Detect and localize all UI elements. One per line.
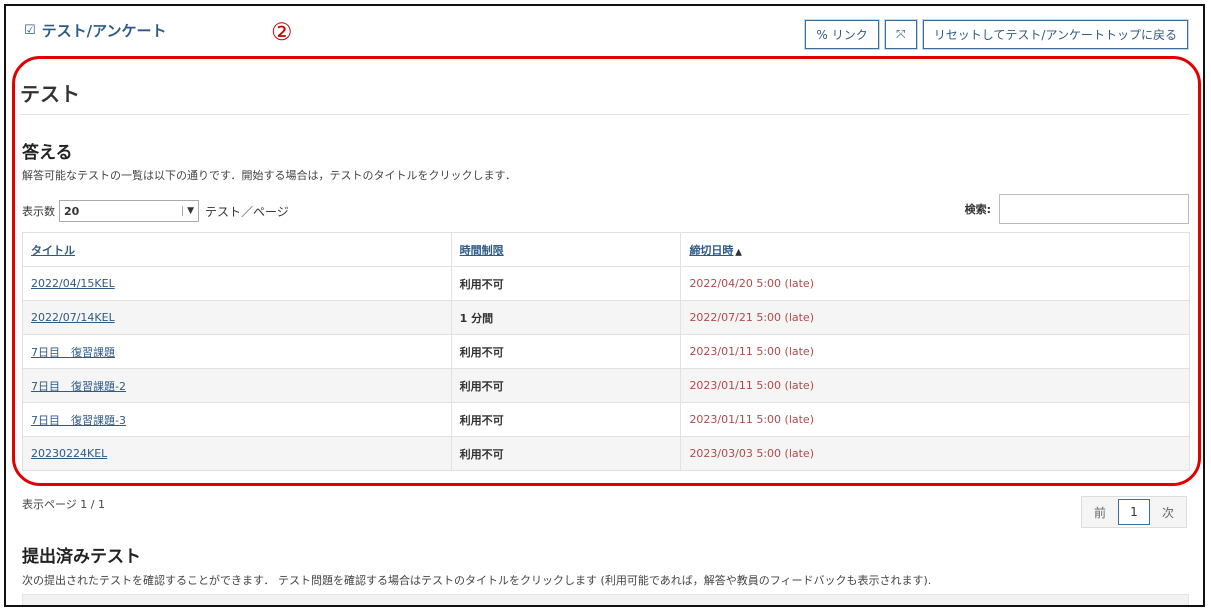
- section-title: テスト: [20, 82, 80, 106]
- sort-asc-icon: ▲: [735, 246, 742, 256]
- time-limit-cell: 利用不可: [450, 334, 682, 369]
- due-date-cell: 2023/03/03 5:00 (late): [680, 436, 1190, 471]
- test-title-link[interactable]: 20230224KEL: [31, 447, 107, 460]
- test-title-link[interactable]: 7日目 復習課題-2: [31, 380, 126, 393]
- due-date-cell: 2023/01/11 5:00 (late): [680, 368, 1190, 403]
- table-row: 7日目 復習課題-2 利用不可 2023/01/11 5:00 (late): [22, 368, 1190, 403]
- reset-button-label: リセットしてテスト/アンケートトップに戻る: [933, 28, 1177, 42]
- time-limit-cell: 利用不可: [450, 436, 682, 471]
- chevron-down-icon: ▼: [182, 206, 194, 216]
- answer-instruction: 解答可能なテストの一覧は以下の通りです．開始する場合は，テストのタイトルをクリッ…: [22, 169, 517, 182]
- test-table: タイトル 時間制限 締切日時 ▲ 2022/04/15KEL 利用不可 2022/…: [22, 232, 1190, 471]
- tool-title-text: テスト/アンケート: [41, 22, 167, 40]
- search-input[interactable]: [999, 194, 1189, 224]
- table-row: 7日目 復習課題-3 利用不可 2023/01/11 5:00 (late): [22, 402, 1190, 437]
- expand-icon: ⤧: [895, 27, 906, 41]
- link-icon: %: [816, 27, 828, 42]
- test-title-link[interactable]: 2022/07/14KEL: [31, 311, 115, 324]
- due-date-cell: 2022/04/20 5:00 (late): [680, 266, 1190, 301]
- page-size-label: 表示数: [22, 205, 55, 218]
- next-page-button[interactable]: 次: [1150, 497, 1186, 527]
- table-row: 20230224KEL 利用不可 2023/03/03 5:00 (late): [22, 436, 1190, 471]
- page-size-value: 20: [64, 204, 80, 218]
- search-area: 検索:: [965, 194, 1189, 224]
- test-title-link[interactable]: 7日目 復習課題-3: [31, 414, 126, 427]
- expand-button[interactable]: ⤧: [884, 20, 917, 49]
- callout-number: ②: [271, 18, 293, 46]
- pagination: 前 1 次: [1081, 496, 1187, 528]
- page-info: 表示ページ 1 / 1: [22, 498, 105, 511]
- time-limit-cell: 利用不可: [450, 402, 682, 437]
- header-buttons: % リンク ⤧ リセットしてテスト/アンケートトップに戻る: [805, 20, 1188, 49]
- page-size-control: 表示数 20 ▼ テスト／ページ: [22, 200, 289, 222]
- search-label: 検索:: [964, 203, 991, 216]
- test-title-link[interactable]: 2022/04/15KEL: [31, 277, 115, 290]
- check-square-icon: ☑: [24, 23, 36, 38]
- table-row: 2022/04/15KEL 利用不可 2022/04/20 5:00 (late…: [22, 266, 1190, 301]
- submitted-instruction: 次の提出されたテストを確認することができます． テスト問題を確認する場合はテスト…: [22, 574, 932, 587]
- submitted-heading: 提出済みテスト: [22, 547, 141, 567]
- time-limit-cell: 1 分間: [450, 300, 682, 335]
- page-size-suffix: テスト／ページ: [205, 204, 289, 219]
- due-date-cell: 2023/01/11 5:00 (late): [680, 402, 1190, 437]
- page-size-select[interactable]: 20 ▼: [59, 200, 199, 222]
- time-limit-cell: 利用不可: [450, 368, 682, 403]
- header-due-date[interactable]: 締切日時 ▲: [680, 232, 1190, 267]
- tool-frame: ☑ テスト/アンケート ② % リンク ⤧ リセットしてテスト/アンケートトップ…: [4, 4, 1205, 607]
- prev-page-button[interactable]: 前: [1082, 497, 1118, 527]
- due-date-cell: 2023/01/11 5:00 (late): [680, 334, 1190, 369]
- submitted-table-top: [22, 594, 1189, 605]
- due-date-cell: 2022/07/21 5:00 (late): [680, 300, 1190, 335]
- test-title-link[interactable]: 7日目 復習課題: [31, 346, 115, 359]
- divider: [20, 114, 1189, 115]
- answer-heading: 答える: [22, 143, 73, 163]
- table-row: 2022/07/14KEL 1 分間 2022/07/21 5:00 (late…: [22, 300, 1190, 335]
- current-page-button[interactable]: 1: [1118, 499, 1150, 525]
- link-button-label: リンク: [831, 28, 868, 42]
- link-button[interactable]: % リンク: [805, 20, 879, 49]
- table-row: 7日目 復習課題 利用不可 2023/01/11 5:00 (late): [22, 334, 1190, 369]
- reset-button[interactable]: リセットしてテスト/アンケートトップに戻る: [922, 20, 1188, 49]
- table-header-row: タイトル 時間制限 締切日時 ▲: [22, 232, 1190, 267]
- header-time-limit[interactable]: 時間制限: [450, 232, 682, 267]
- tool-title: ☑ テスト/アンケート: [24, 20, 167, 41]
- time-limit-cell: 利用不可: [450, 266, 682, 301]
- header-title[interactable]: タイトル: [22, 232, 452, 267]
